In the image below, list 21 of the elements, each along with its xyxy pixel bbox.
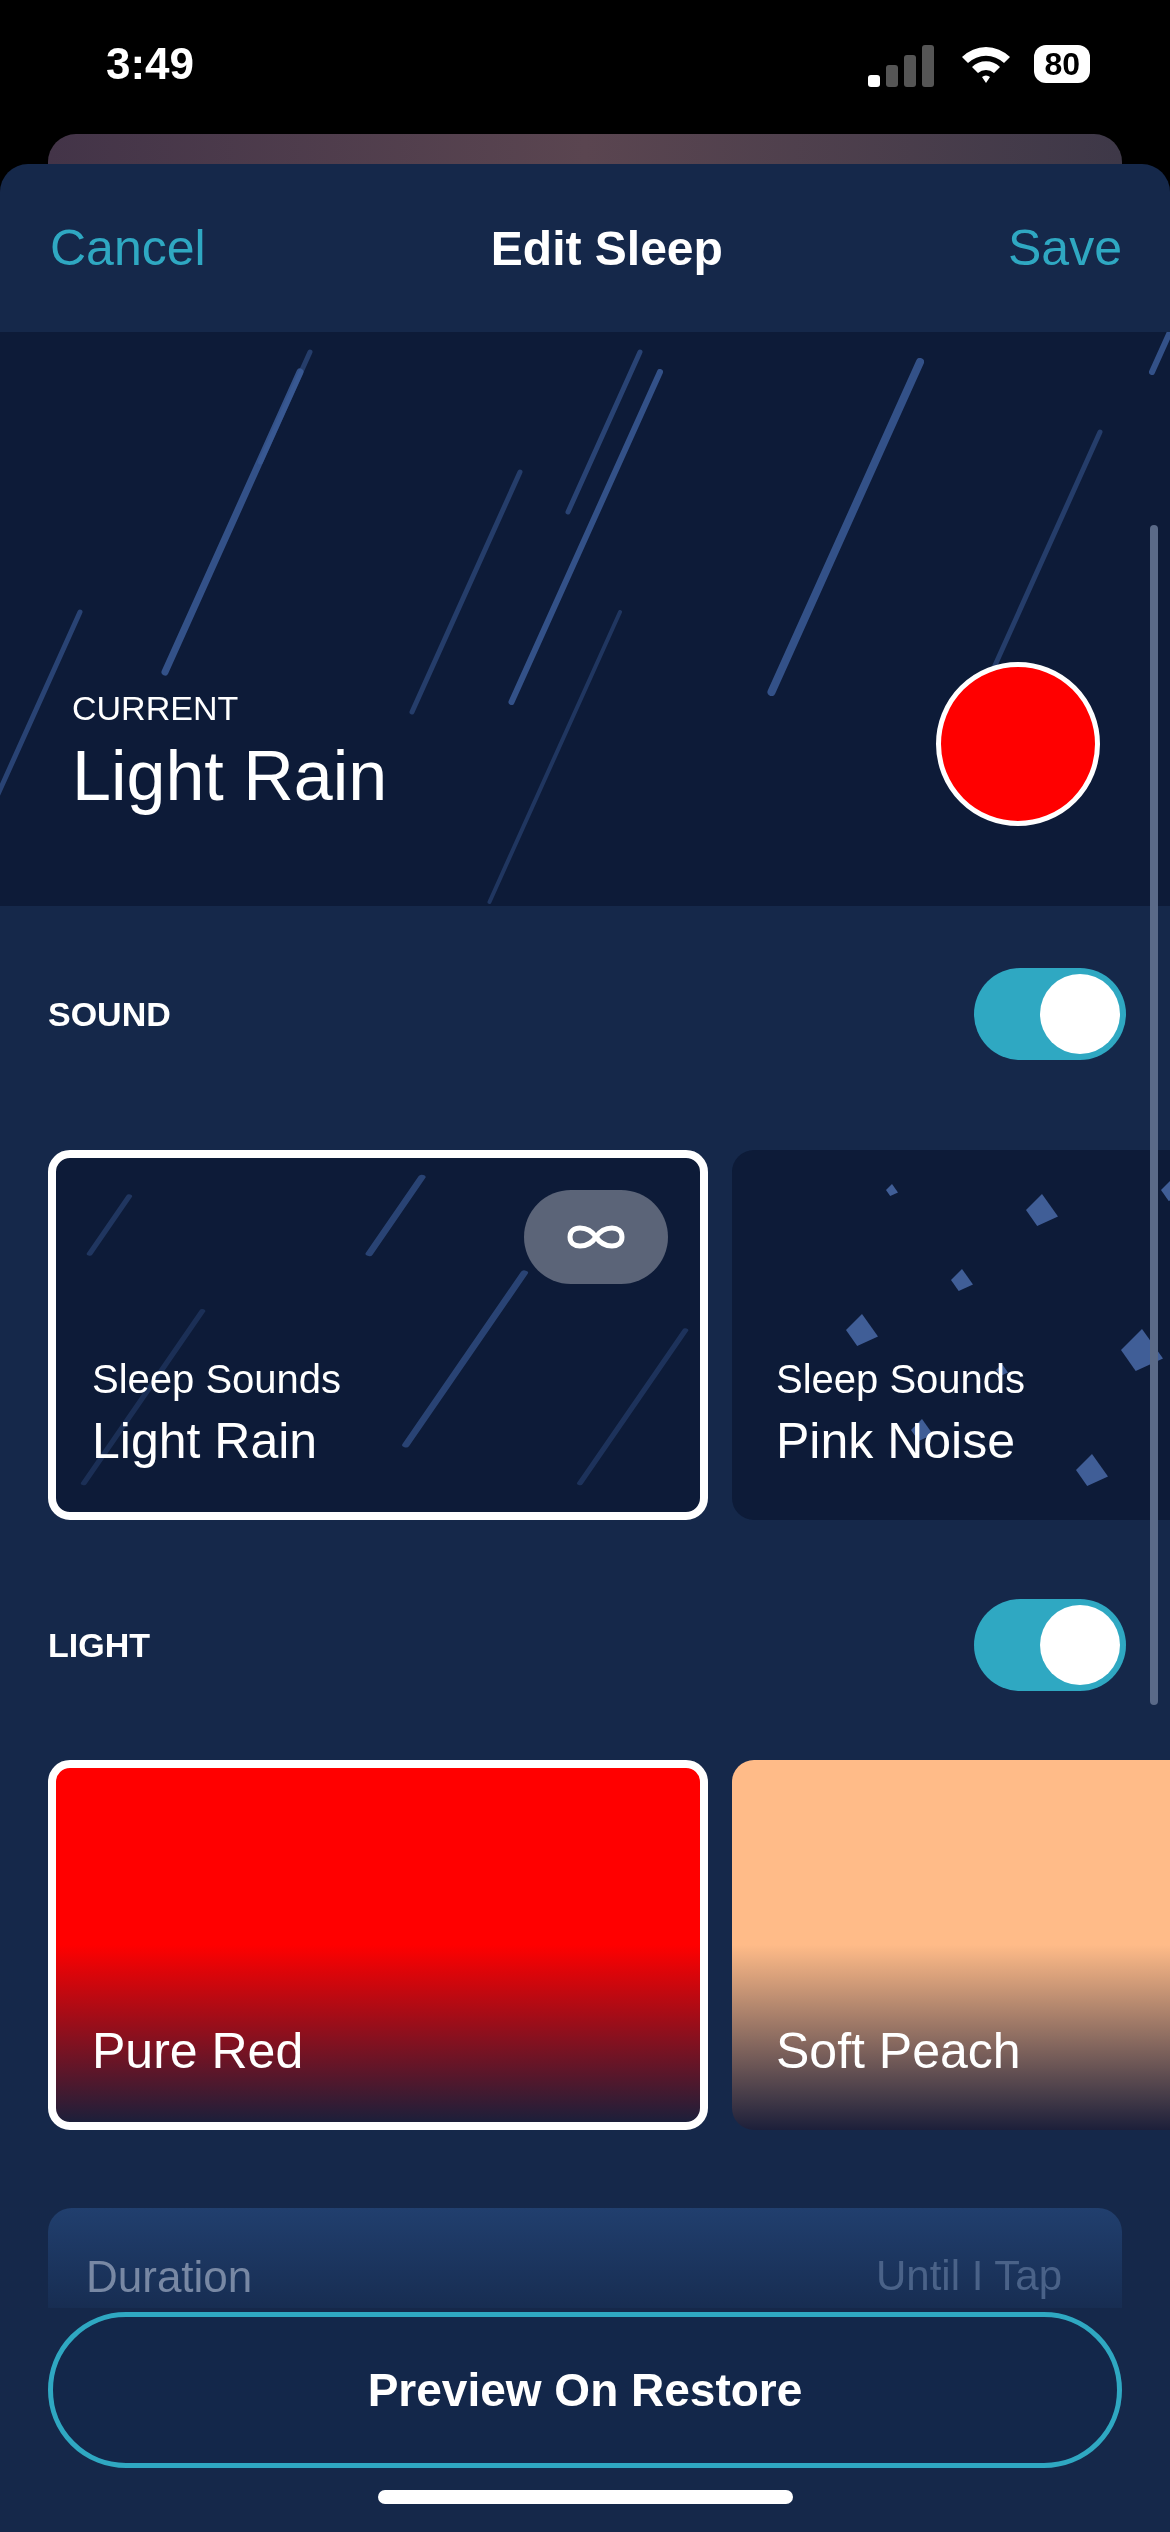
current-label: CURRENT [72, 689, 240, 728]
save-button[interactable]: Save [1008, 219, 1122, 277]
sound-category: Sleep Sounds [92, 1357, 342, 1402]
section-title: SOUND [48, 994, 171, 1034]
sound-card[interactable]: Sleep Sounds Pink Noise [732, 1150, 1170, 1520]
cancel-button[interactable]: Cancel [50, 219, 206, 277]
preview-button[interactable]: Preview On Restore [48, 2312, 1122, 2468]
light-card[interactable]: Soft Peach [732, 1760, 1170, 2130]
battery-level: 80 [1044, 45, 1080, 83]
light-card[interactable]: Pure Red [48, 1760, 708, 2130]
light-name: Pure Red [92, 2022, 304, 2080]
light-name: Soft Peach [776, 2022, 1021, 2080]
sound-card[interactable]: Sleep Sounds Light Rain [48, 1150, 708, 1520]
sound-name: Pink Noise [776, 1412, 1016, 1470]
sound-category: Sleep Sounds [776, 1357, 1026, 1402]
section-title: LIGHT [48, 1625, 150, 1665]
current-sound-name: Light Rain [72, 736, 388, 816]
sheet-title: Edit Sleep [490, 220, 723, 276]
status-time: 3:49 [106, 39, 195, 89]
sound-name: Light Rain [92, 1412, 319, 1470]
duration-label: Duration [86, 2252, 253, 2302]
